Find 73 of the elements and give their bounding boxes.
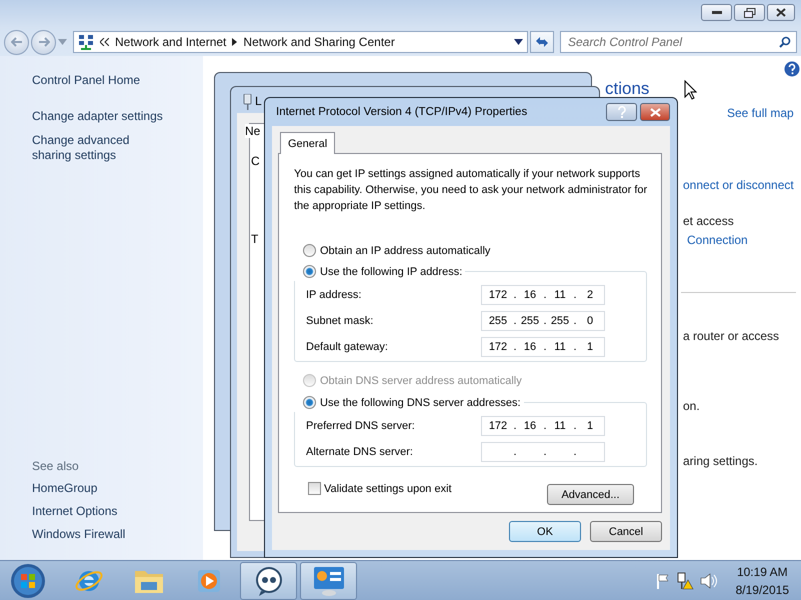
network-warning-icon[interactable] xyxy=(676,572,694,590)
ip-address-field[interactable]: 172 . 16 . 11 . 1 xyxy=(481,416,605,436)
search-icon xyxy=(779,36,791,48)
tab[interactable]: General xyxy=(280,132,336,154)
cancel-button[interactable]: Cancel xyxy=(590,521,662,542)
body-text: aring settings. xyxy=(683,453,758,469)
sidebar-link[interactable]: Internet Options xyxy=(32,504,193,519)
validate-checkbox[interactable]: Validate settings upon exit xyxy=(308,482,452,495)
refresh-button[interactable] xyxy=(530,31,554,53)
ip-address-field[interactable]: . . . xyxy=(481,442,605,462)
chevrons-icon xyxy=(100,38,109,46)
close-icon xyxy=(650,108,660,116)
field-label: IP address: xyxy=(306,289,362,301)
volume-icon[interactable] xyxy=(700,572,718,588)
task-link[interactable]: onnect or disconnect xyxy=(683,177,794,193)
sidebar-link[interactable]: Windows Firewall xyxy=(32,527,193,542)
network-adapter-icon xyxy=(243,94,252,110)
taskbar-button[interactable] xyxy=(240,562,297,600)
dialog-title: Internet Protocol Version 4 (TCP/IPv4) Properties xyxy=(276,106,528,118)
help-button[interactable] xyxy=(606,103,637,121)
control-panel-icon xyxy=(312,564,346,596)
task-link[interactable]: Connection xyxy=(687,232,748,248)
address-bar[interactable]: Network and Internet Network and Sharing Center xyxy=(73,31,528,53)
search-field[interactable]: Search Control Panel xyxy=(560,31,797,53)
refresh-arrows-icon xyxy=(534,35,550,49)
sidebar-link[interactable]: Change advanced sharing settings xyxy=(32,133,172,163)
ok-button[interactable]: OK xyxy=(509,521,581,542)
sidebar-link[interactable]: Change adapter settings xyxy=(32,109,193,124)
breadcrumb-item[interactable]: Network and Internet xyxy=(115,35,226,49)
section-heading: ctions xyxy=(605,78,650,100)
sidebar-link[interactable]: HomeGroup xyxy=(32,481,193,496)
forward-arrow-icon xyxy=(38,37,50,47)
cursor-icon xyxy=(684,80,697,100)
radio-option[interactable]: Use the following DNS server addresses: xyxy=(294,393,521,412)
tab[interactable]: Ne xyxy=(245,124,260,138)
arrow-icon xyxy=(232,38,238,46)
taskbar-button[interactable] xyxy=(300,562,357,600)
close-icon xyxy=(776,8,786,17)
see-also-heading: See also xyxy=(32,459,80,473)
restore-icon xyxy=(744,8,756,18)
field-label: Default gateway: xyxy=(306,341,389,353)
minimize-button[interactable] xyxy=(701,4,732,21)
flag-icon[interactable] xyxy=(656,572,670,588)
radio-option[interactable]: Obtain an IP address automatically xyxy=(294,241,647,260)
restore-button[interactable] xyxy=(734,4,765,21)
clock[interactable]: 10:19 AM 8/19/2015 xyxy=(736,562,789,598)
field-label: Alternate DNS server: xyxy=(306,446,414,458)
task-link[interactable]: See full map xyxy=(727,105,794,121)
body-text: a router or access xyxy=(683,328,780,344)
sidebar-link[interactable]: Control Panel Home xyxy=(32,73,193,88)
window-title: L xyxy=(255,94,262,108)
body-text: on. xyxy=(683,398,700,414)
help-icon[interactable] xyxy=(784,61,800,77)
ip-address-field[interactable]: 172 . 16 . 11 . 2 xyxy=(481,285,605,305)
ip-address-field[interactable]: 255 . 255 . 255 . 0 xyxy=(481,311,605,331)
body-text: et access xyxy=(683,213,734,229)
description-text: You can get IP settings assigned automatically if your network supports this capability. Otherwise, you need to ask your network administrator for the appropriate IP settings. xyxy=(294,167,648,214)
start-button[interactable] xyxy=(8,562,48,600)
question-mark-icon xyxy=(618,106,626,118)
ip-address-field[interactable]: 172 . 16 . 11 . 1 xyxy=(481,337,605,357)
close-button[interactable] xyxy=(767,4,795,21)
field-label: C xyxy=(251,154,260,168)
dropdown-arrow-icon[interactable] xyxy=(514,39,523,45)
breadcrumb-item[interactable]: Network and Sharing Center xyxy=(243,35,395,49)
back-arrow-icon xyxy=(10,37,22,47)
close-button[interactable] xyxy=(640,103,670,121)
advanced-button[interactable]: Advanced... xyxy=(547,484,634,505)
field-label: Subnet mask: xyxy=(306,315,374,327)
field-label: Preferred DNS server: xyxy=(306,420,416,432)
radio-option[interactable]: Use the following IP address: xyxy=(294,262,462,281)
minimize-icon xyxy=(712,10,722,14)
field-label: T xyxy=(251,232,258,246)
network-icon xyxy=(78,34,94,50)
